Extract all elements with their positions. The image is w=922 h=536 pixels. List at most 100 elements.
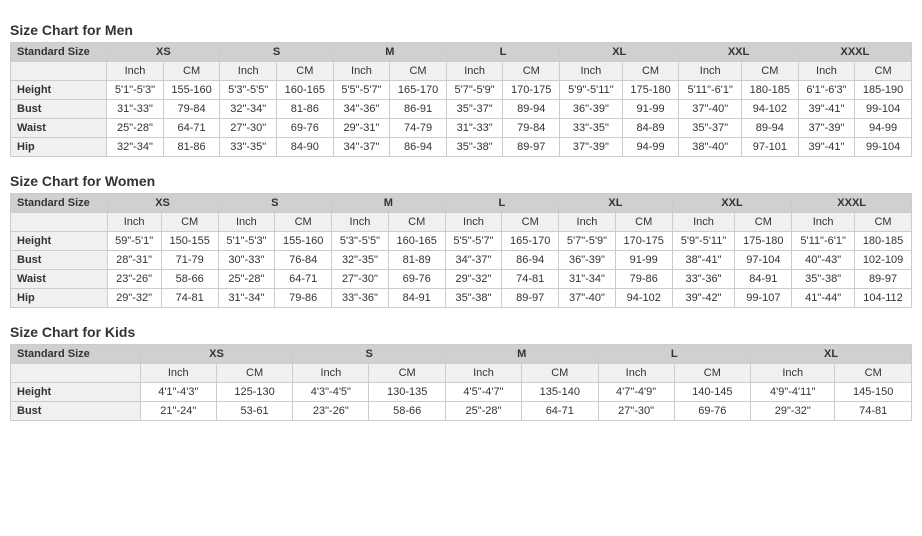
table-row: Hip29"-32"74-8131"-34"79-8633"-36"84-913… — [11, 289, 912, 308]
men-m: M — [333, 43, 446, 62]
row-cell: 29"-32" — [751, 402, 835, 421]
kids-std-size: Standard Size — [11, 345, 141, 364]
row-cell: 53-61 — [216, 402, 292, 421]
row-cell: 165-170 — [502, 232, 559, 251]
row-cell: 155-160 — [275, 232, 332, 251]
row-cell: 29"-32" — [445, 270, 502, 289]
row-cell: 74-81 — [835, 402, 912, 421]
row-cell: 23"-26" — [293, 402, 369, 421]
row-cell: 58-66 — [369, 402, 445, 421]
men-sub-inch-5: Inch — [560, 62, 623, 81]
row-cell: 89-94 — [503, 100, 560, 119]
row-cell: 36"-39" — [559, 251, 616, 270]
row-cell: 170-175 — [615, 232, 672, 251]
kids-sub-cm-1: CM — [216, 364, 292, 383]
men-sub-inch-2: Inch — [220, 62, 276, 81]
row-cell: 29"-31" — [333, 119, 389, 138]
row-cell: 38"-40" — [679, 138, 742, 157]
row-label: Hip — [11, 138, 107, 157]
men-sub-inch-7: Inch — [798, 62, 854, 81]
men-std-size: Standard Size — [11, 43, 107, 62]
row-cell: 91-99 — [622, 100, 679, 119]
row-cell: 130-135 — [369, 383, 445, 402]
men-sub-cm-2: CM — [276, 62, 333, 81]
row-cell: 86-91 — [390, 100, 447, 119]
row-cell: 28"-31" — [107, 251, 161, 270]
row-cell: 5'9"-5'11" — [560, 81, 623, 100]
row-cell: 99-104 — [855, 138, 912, 157]
row-cell: 5'7"-5'9" — [446, 81, 502, 100]
men-xxxl: XXXL — [798, 43, 911, 62]
men-sub-cm-5: CM — [622, 62, 679, 81]
row-cell: 29"-32" — [107, 289, 161, 308]
women-xxl: XXL — [672, 194, 792, 213]
row-cell: 21"-24" — [140, 402, 216, 421]
row-cell: 31"-34" — [559, 270, 616, 289]
row-cell: 34"-36" — [333, 100, 389, 119]
row-cell: 34"-37" — [445, 251, 502, 270]
row-cell: 32"-34" — [107, 138, 163, 157]
row-cell: 35"-37" — [446, 100, 502, 119]
row-cell: 5'5"-5'7" — [445, 232, 502, 251]
row-cell: 84-89 — [622, 119, 679, 138]
table-row: Waist23"-26"58-6625"-28"64-7127"-30"69-7… — [11, 270, 912, 289]
row-label: Height — [11, 383, 141, 402]
women-sub-empty — [11, 213, 108, 232]
row-cell: 64-71 — [522, 402, 598, 421]
row-cell: 150-155 — [161, 232, 218, 251]
men-sub-cm-6: CM — [741, 62, 798, 81]
row-cell: 33"-36" — [332, 289, 389, 308]
row-cell: 25"-28" — [445, 402, 521, 421]
kids-title: Size Chart for Kids — [10, 324, 912, 340]
women-title: Size Chart for Women — [10, 173, 912, 189]
table-row: Height5'1"-5'3"155-1605'3"-5'5"160-1655'… — [11, 81, 912, 100]
men-l: L — [446, 43, 559, 62]
kids-subheader-row: Inch CM Inch CM Inch CM Inch CM Inch CM — [11, 364, 912, 383]
row-label: Hip — [11, 289, 108, 308]
table-row: Height59"-5'1"150-1555'1"-5'3"155-1605'3… — [11, 232, 912, 251]
men-sub-empty — [11, 62, 107, 81]
row-cell: 5'1"-5'3" — [107, 81, 163, 100]
women-sub-cm-6: CM — [735, 213, 792, 232]
row-cell: 25"-28" — [107, 119, 163, 138]
women-section: Size Chart for Women Standard Size XS S … — [10, 173, 912, 308]
row-cell: 74-81 — [161, 289, 218, 308]
kids-table: Standard Size XS S M L XL Inch CM Inch C… — [10, 344, 912, 421]
women-sub-cm-2: CM — [275, 213, 332, 232]
row-cell: 81-86 — [163, 138, 220, 157]
women-sub-cm-4: CM — [502, 213, 559, 232]
row-cell: 97-104 — [735, 251, 792, 270]
row-cell: 81-89 — [388, 251, 445, 270]
kids-sub-cm-4: CM — [674, 364, 750, 383]
row-cell: 59"-5'1" — [107, 232, 161, 251]
row-cell: 4'5"-4'7" — [445, 383, 521, 402]
women-header-row: Standard Size XS S M L XL XXL XXXL — [11, 194, 912, 213]
row-label: Height — [11, 232, 108, 251]
row-cell: 37"-39" — [798, 119, 854, 138]
row-cell: 40"-43" — [792, 251, 855, 270]
row-label: Bust — [11, 100, 107, 119]
row-cell: 99-107 — [735, 289, 792, 308]
row-cell: 102-109 — [855, 251, 912, 270]
row-cell: 38"-41" — [672, 251, 735, 270]
row-cell: 69-76 — [276, 119, 333, 138]
kids-tbody: Height4'1"-4'3"125-1304'3"-4'5"130-1354'… — [11, 383, 912, 421]
kids-sub-cm-3: CM — [522, 364, 598, 383]
women-sub-cm-3: CM — [388, 213, 445, 232]
men-xs: XS — [107, 43, 220, 62]
women-sub-inch-3: Inch — [332, 213, 389, 232]
row-cell: 84-91 — [735, 270, 792, 289]
row-cell: 6'1"-6'3" — [798, 81, 854, 100]
kids-sub-inch-4: Inch — [598, 364, 674, 383]
women-xs: XS — [107, 194, 218, 213]
table-row: Waist25"-28"64-7127"-30"69-7629"-31"74-7… — [11, 119, 912, 138]
kids-sub-inch-1: Inch — [140, 364, 216, 383]
row-cell: 35"-38" — [445, 289, 502, 308]
row-cell: 37"-40" — [679, 100, 742, 119]
kids-xl: XL — [751, 345, 912, 364]
kids-sub-cm-2: CM — [369, 364, 445, 383]
row-cell: 79-86 — [615, 270, 672, 289]
row-cell: 79-86 — [275, 289, 332, 308]
row-cell: 41"-44" — [792, 289, 855, 308]
women-tbody: Height59"-5'1"150-1555'1"-5'3"155-1605'3… — [11, 232, 912, 308]
